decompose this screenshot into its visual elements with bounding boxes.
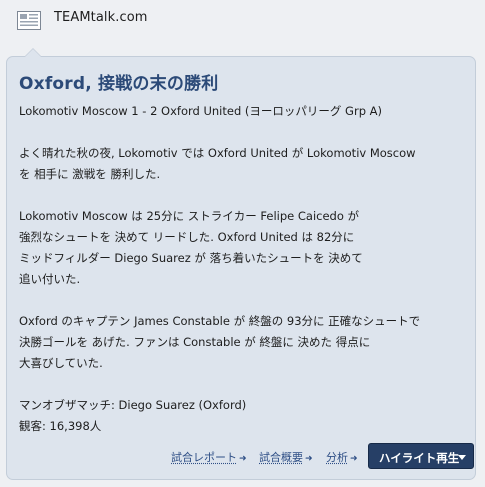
man-of-the-match: マンオブザマッチ: Diego Suarez (Oxford) xyxy=(19,398,247,412)
card-pointer xyxy=(24,48,42,57)
match-summary-label: 試合概要 xyxy=(259,451,303,464)
match-report-link[interactable]: 試合レポート ➜ xyxy=(171,449,247,465)
news-headline: Oxford, 接戦の末の勝利 xyxy=(19,74,219,94)
match-report-label: 試合レポート xyxy=(171,451,237,464)
attendance: 観客: 16,398人 xyxy=(19,419,102,433)
analysis-link[interactable]: 分析 ➜ xyxy=(326,449,358,465)
analysis-label: 分析 xyxy=(326,451,348,464)
source-name: TEAMtalk.com xyxy=(54,10,148,25)
newspaper-icon xyxy=(17,11,41,30)
news-actions: 試合レポート ➜ 試合概要 ➜ 分析 ➜ ハイライト再生 xyxy=(7,443,477,473)
play-highlights-label: ハイライト再生 xyxy=(379,451,460,465)
news-card: Oxford, 接戦の末の勝利 Lokomotiv Moscow 1 - 2 O… xyxy=(6,48,477,480)
arrow-right-icon: ➜ xyxy=(350,454,358,464)
arrow-right-icon: ➜ xyxy=(239,454,247,464)
news-body: Lokomotiv Moscow 1 - 2 Oxford United (ヨー… xyxy=(19,101,465,437)
match-summary-link[interactable]: 試合概要 ➜ xyxy=(259,449,313,465)
chevron-down-icon xyxy=(458,455,466,460)
paragraph-intro: よく晴れた秋の夜, Lokomotiv では Oxford United が L… xyxy=(19,146,416,181)
arrow-right-icon: ➜ xyxy=(305,454,313,464)
paragraph-goals: Lokomotiv Moscow は 25分に ストライカー Felipe Ca… xyxy=(19,209,363,286)
score-line: Lokomotiv Moscow 1 - 2 Oxford United (ヨー… xyxy=(19,104,383,118)
play-highlights-button[interactable]: ハイライト再生 xyxy=(368,443,474,469)
news-source-header: TEAMtalk.com xyxy=(0,0,485,40)
paragraph-winner: Oxford のキャプテン James Constable が 終盤の 93分に… xyxy=(19,314,421,370)
